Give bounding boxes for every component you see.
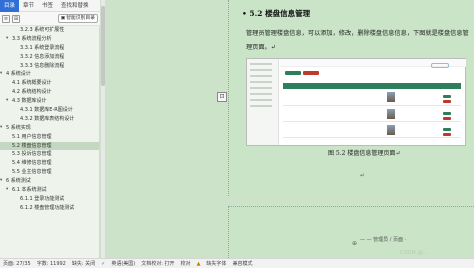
toc-item-label: 4.3.1 数据库E-R图设计 — [20, 107, 73, 114]
figure-table-header — [283, 83, 461, 89]
toc-item-label: 4.1 系统概要设计 — [12, 80, 52, 87]
toc-item-label: 5.2 楼盘信息管理 — [12, 142, 52, 149]
figure-building-image — [387, 125, 395, 135]
expand-all-icon[interactable]: ⊞ — [12, 14, 20, 23]
toc-item-label: 5.1 用户信息管理 — [12, 133, 52, 140]
toc-item[interactable]: 3.2.3 系统可扩展性 — [0, 26, 99, 35]
toc-item[interactable]: 5.4 维修信息管理 — [0, 159, 99, 168]
figure-sidebar — [247, 59, 279, 145]
smart-toc-label: 智能识别目录 — [66, 16, 95, 21]
status-bar: 页面: 27/35 字数: 11992 缺失: 关闭 ✓ 英语(美国) 文档校对… — [0, 258, 474, 268]
toc-item-label: 6.1.1 登录功能测试 — [20, 195, 65, 202]
toc-item-label: 5.5 业主信息管理 — [12, 169, 52, 176]
toc-item-label: 3.3.2 信息添加流程 — [20, 53, 65, 60]
chevron-down-icon[interactable]: ▾ — [6, 35, 8, 44]
toc-item-label: 3.3.1 系统登录流程 — [20, 44, 65, 51]
toc-item[interactable]: 3.3.2 信息添加流程 — [0, 53, 99, 62]
status-inspect[interactable]: 文档校对: 打开 — [138, 260, 177, 267]
toc-item[interactable]: 4.3.2 数据库表结构设计 — [0, 115, 99, 124]
toc-item-label: 6 系统测试 — [6, 178, 31, 185]
toc-item[interactable]: 6.1.2 楼盘管理功能测试 — [0, 204, 99, 213]
figure-building-image — [387, 92, 395, 102]
image-layout-icon[interactable]: ⊡ — [217, 92, 227, 102]
toc-item[interactable]: ▾ 5 系统实现 — [0, 124, 99, 133]
toc-item[interactable]: 5.2 楼盘信息管理 — [0, 141, 99, 151]
toc-item[interactable]: ▾ 6 系统测试 — [0, 177, 99, 186]
page-footer-mark: — — 管理员 / 页面 · — [360, 237, 407, 243]
toc-item[interactable]: 5.1 用户信息管理 — [0, 133, 99, 142]
status-lang[interactable]: 英语(美国) — [108, 260, 138, 267]
status-words[interactable]: 字数: 11992 — [34, 260, 69, 267]
nav-tab-bar: 目录 章节 书签 查找和替换 — [0, 0, 100, 12]
document-page-next — [228, 206, 474, 258]
nav-tab[interactable]: 查找和替换 — [57, 0, 93, 12]
toc-item[interactable]: ▾ 4.3 数据库设计 — [0, 97, 99, 106]
toc-item[interactable]: 5.5 业主信息管理 — [0, 168, 99, 177]
toc-item[interactable]: 6.1.1 登录功能测试 — [0, 195, 99, 204]
chevron-down-icon[interactable]: ▾ — [0, 70, 2, 79]
toc-item-label: 4.2 系统结构设计 — [12, 89, 52, 96]
watermark: CSDN @... — [400, 250, 429, 256]
margin-marker-icon: ↵ — [360, 172, 366, 179]
status-proof[interactable]: 校对 — [178, 260, 194, 267]
toc-item-label: 5 系统实现 — [6, 124, 31, 131]
toc-item-label: 3.2.3 系统可扩展性 — [20, 27, 65, 33]
figure-building-image — [387, 109, 395, 119]
toc-item[interactable]: 4.3.1 数据库E-R图设计 — [0, 106, 99, 115]
toc-item-label: 4 系统设计 — [6, 71, 31, 78]
screenshot-figure[interactable] — [246, 58, 466, 146]
toc-item-label: 4.3 数据库设计 — [12, 98, 47, 105]
toc-item-label: 6.1 本系统测试 — [12, 187, 47, 194]
figure-add-button — [285, 71, 301, 75]
toc-item[interactable]: ▾ 6.1 本系统测试 — [0, 186, 99, 195]
status-check-icon: ✓ — [101, 260, 106, 267]
status-office-mode[interactable]: 缺失: 关闭 — [69, 260, 98, 267]
nav-tab[interactable]: 书签 — [38, 0, 57, 12]
figure-caption: 图 5.2 楼盘信息管理页面↵ — [328, 150, 401, 157]
warning-icon: ▲ — [196, 260, 201, 267]
toc-item[interactable]: 3.3.3 信息删除流程 — [0, 62, 99, 71]
status-missing-font[interactable]: 缺失字体 — [203, 260, 229, 267]
toc-item-label: 5.3 投诉信息管理 — [12, 151, 52, 158]
crosshair-icon: ⊕ — [352, 240, 358, 247]
toc-scrollbar-thumb[interactable] — [101, 6, 105, 86]
collapse-all-icon[interactable]: ≡ — [2, 14, 10, 23]
body-paragraph: 管理员管理楼盘信息，可以添加，修改，删除楼盘信息信息，下图就是楼盘信息管理页面。… — [246, 30, 469, 51]
toc-item[interactable]: ▾ 4 系统设计 — [0, 70, 99, 79]
toc-item-label: 6.1.2 楼盘管理功能测试 — [20, 204, 75, 211]
nav-toolbar: ≡ ⊞ ▣ 智能识别目录 — [0, 12, 100, 26]
smart-toc-icon: ▣ — [60, 16, 66, 21]
toc-item-label: 3.3 系统流程分析 — [12, 35, 52, 42]
chevron-down-icon[interactable]: ▾ — [0, 177, 2, 186]
status-reading-mode[interactable]: 兼容模式 — [229, 260, 255, 267]
toc-item[interactable]: 3.3.1 系统登录流程 — [0, 44, 99, 53]
chevron-down-icon[interactable]: ▾ — [0, 124, 2, 133]
figure-delete-button — [303, 71, 319, 75]
toc-item[interactable]: 4.2 系统结构设计 — [0, 88, 99, 97]
toc-item[interactable]: 5.3 投诉信息管理 — [0, 150, 99, 159]
toc-item-label: 4.3.2 数据库表结构设计 — [20, 115, 75, 122]
figure-search — [431, 63, 449, 68]
chevron-down-icon[interactable]: ▾ — [6, 186, 8, 195]
chevron-down-icon[interactable]: ▾ — [6, 97, 8, 106]
toc-item[interactable]: 4.1 系统概要设计 — [0, 79, 99, 88]
toc-panel: 3.2.3 系统可扩展性 ▾ 3.3 系统流程分析 3.3.1 系统登录流程 3.3.2… — [0, 26, 100, 258]
status-page[interactable]: 页面: 27/35 — [0, 260, 34, 267]
nav-tab[interactable]: 章节 — [19, 0, 38, 12]
toc-item-label: 3.3.3 信息删除流程 — [20, 62, 65, 69]
toc-item[interactable]: ▾ 3.3 系统流程分析 — [0, 35, 99, 44]
nav-tab[interactable]: 目录 — [0, 0, 20, 12]
toc-item-label: 5.4 维修信息管理 — [12, 160, 52, 167]
section-heading: • 5.2 楼盘信息管理 — [242, 9, 311, 18]
smart-toc-button[interactable]: ▣ 智能识别目录 — [57, 14, 98, 23]
